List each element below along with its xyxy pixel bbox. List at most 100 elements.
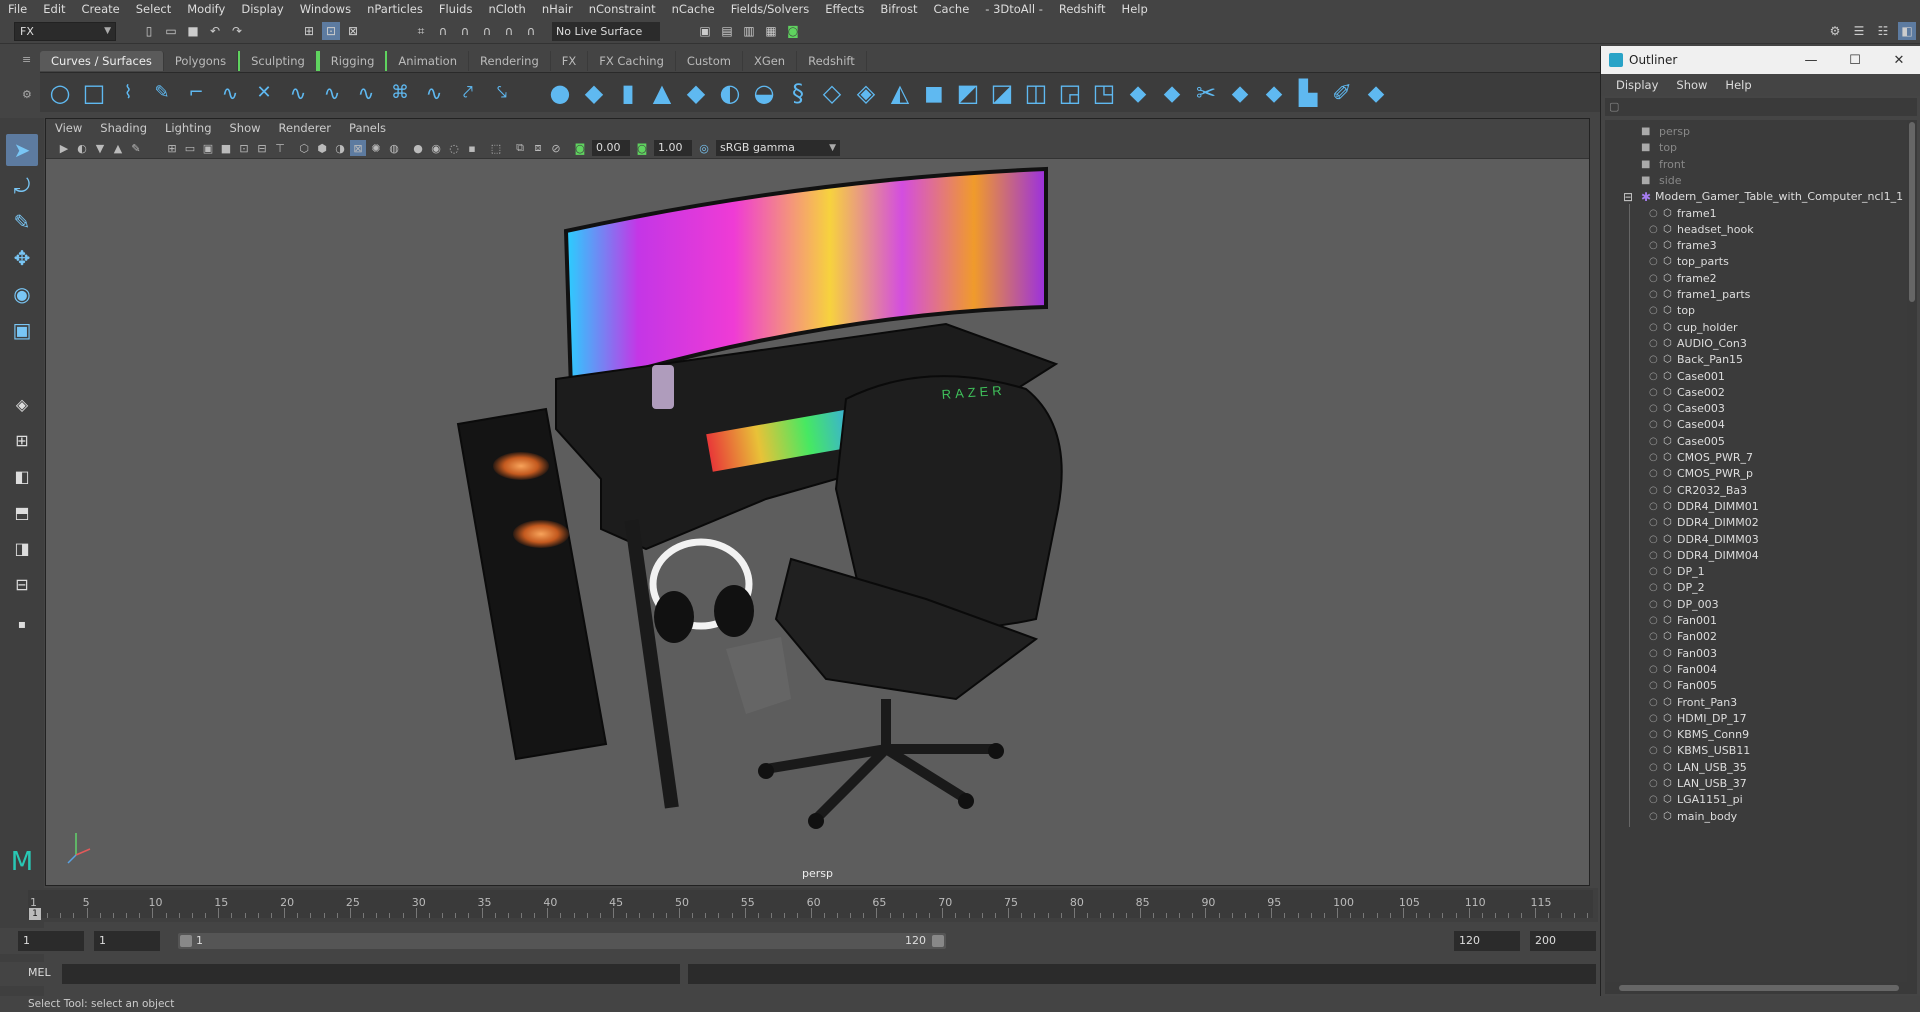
menu-set-dropdown[interactable]: FX ▼ xyxy=(14,22,116,41)
viewport-menu-show[interactable]: Show xyxy=(221,121,270,135)
attach-surfaces-icon[interactable]: ⬥ xyxy=(1158,79,1186,107)
live-surface-field[interactable]: No Live Surface xyxy=(552,22,660,41)
snap-surface-icon[interactable]: ∩ xyxy=(500,22,518,40)
select-object-icon[interactable]: ⊡ xyxy=(322,22,340,40)
range-end-handle[interactable] xyxy=(932,935,944,947)
time-ruler[interactable]: 1 5 10 15 20 25 30 35 40 45 50 55 60 65 70 75 80 85 90 95 10… xyxy=(28,890,1615,918)
menu-cache[interactable]: Cache xyxy=(926,2,978,16)
playback-start-field[interactable]: 1 xyxy=(94,931,160,951)
toggle-outliner-icon[interactable]: ◧ xyxy=(1898,22,1916,40)
redo-icon[interactable]: ↷ xyxy=(228,22,246,40)
menu-display[interactable]: Display xyxy=(233,2,291,16)
xray-icon[interactable]: ⧉ xyxy=(512,140,528,156)
grid-icon[interactable]: ⊞ xyxy=(164,140,180,156)
menu-select[interactable]: Select xyxy=(128,2,179,16)
current-frame-marker[interactable]: 1 xyxy=(29,908,41,920)
safe-title-icon[interactable]: ⊤ xyxy=(272,140,288,156)
minimize-icon[interactable]: — xyxy=(1789,46,1833,74)
rebuild-curve-icon[interactable]: ∿ xyxy=(420,79,448,107)
extrude-icon[interactable]: ◈ xyxy=(852,79,880,107)
attach-curves-icon[interactable]: ✕ xyxy=(250,79,278,107)
menu-nconstraint[interactable]: nConstraint xyxy=(581,2,664,16)
extend-surface-icon[interactable]: ⬥ xyxy=(1260,79,1288,107)
snap-live-icon[interactable]: ∩ xyxy=(522,22,540,40)
menu-effects[interactable]: Effects xyxy=(817,2,872,16)
tab-sculpting[interactable]: Sculpting xyxy=(238,51,318,71)
outliner-filter-input[interactable]: ▢ xyxy=(1605,98,1917,116)
cv-curve-icon[interactable]: ⌇ xyxy=(114,79,142,107)
screen-space-ao-icon[interactable]: ● xyxy=(410,140,426,156)
menu-3dtoall[interactable]: - 3DtoAll - xyxy=(977,2,1051,16)
detach-curves-icon[interactable]: ∿ xyxy=(284,79,312,107)
rotate-tool-icon[interactable]: ◉ xyxy=(6,278,38,310)
menu-windows[interactable]: Windows xyxy=(292,2,359,16)
tab-animation[interactable]: Animation xyxy=(387,51,470,71)
ep-curve-icon[interactable]: ✎ xyxy=(148,79,176,107)
menu-file[interactable]: File xyxy=(0,2,35,16)
save-scene-icon[interactable]: ■ xyxy=(184,22,202,40)
scale-tool-icon[interactable]: ▣ xyxy=(6,314,38,346)
grease-pencil-icon[interactable]: ✎ xyxy=(128,140,144,156)
gamma-field[interactable]: 1.00 xyxy=(654,140,692,156)
select-tool-icon[interactable]: ➤ xyxy=(6,134,38,166)
anti-aliasing-icon[interactable]: ◌ xyxy=(446,140,462,156)
close-icon[interactable]: ✕ xyxy=(1877,46,1920,74)
outliner-menu-show[interactable]: Show xyxy=(1667,78,1716,92)
persp-outliner-layout-icon[interactable]: ◧ xyxy=(6,460,38,492)
range-start-handle[interactable] xyxy=(180,935,192,947)
exposure-icon[interactable]: ◙ xyxy=(572,140,588,156)
viewport-menu-renderer[interactable]: Renderer xyxy=(270,121,341,135)
nurbs-cylinder-icon[interactable]: ▮ xyxy=(614,79,642,107)
tab-rigging[interactable]: Rigging xyxy=(317,51,388,71)
new-scene-icon[interactable]: ▯ xyxy=(140,22,158,40)
start-time-field[interactable]: 1 xyxy=(18,931,84,951)
outliner-horizontal-scrollbar[interactable] xyxy=(1605,982,1917,994)
square-surface-icon[interactable]: ◪ xyxy=(988,79,1016,107)
depth-of-field-icon[interactable]: ▪ xyxy=(464,140,480,156)
outliner-menu-display[interactable]: Display xyxy=(1607,78,1667,92)
select-camera-icon[interactable]: ▶ xyxy=(56,140,72,156)
insert-isoparm-icon[interactable]: ⬥ xyxy=(1226,79,1254,107)
exposure-field[interactable]: 0.00 xyxy=(592,140,630,156)
field-chart-icon[interactable]: ⊡ xyxy=(236,140,252,156)
menu-modify[interactable]: Modify xyxy=(179,2,233,16)
command-input[interactable] xyxy=(62,964,680,984)
untrim-icon[interactable]: ⬥ xyxy=(1124,79,1152,107)
xray-components-icon[interactable]: ⊘ xyxy=(548,140,564,156)
tab-fx-caching[interactable]: FX Caching xyxy=(588,51,676,71)
menu-nparticles[interactable]: nParticles xyxy=(359,2,431,16)
insert-knot-icon[interactable]: ∿ xyxy=(318,79,346,107)
bevel-plus-icon[interactable]: ◼ xyxy=(920,79,948,107)
nurbs-torus-icon[interactable]: ◐ xyxy=(716,79,744,107)
use-all-lights-icon[interactable]: ✺ xyxy=(368,140,384,156)
toggle-attribute-editor-icon[interactable]: ☰ xyxy=(1850,22,1868,40)
outliner-menu-help[interactable]: Help xyxy=(1716,78,1760,92)
nurbs-sphere-icon[interactable]: ● xyxy=(546,79,574,107)
menu-bifrost[interactable]: Bifrost xyxy=(872,2,925,16)
toolbox-more-icon[interactable]: ▪ xyxy=(6,608,38,640)
xray-joints-icon[interactable]: ⧈ xyxy=(530,140,546,156)
detach-surfaces-icon[interactable]: ✂ xyxy=(1192,79,1220,107)
outliner-item[interactable]: ○ ⬡ main_body xyxy=(1605,806,1905,827)
menu-create[interactable]: Create xyxy=(74,2,128,16)
render-frame-icon[interactable]: ▤ xyxy=(718,22,736,40)
single-perspective-layout-icon[interactable]: ◈ xyxy=(6,388,38,420)
open-scene-icon[interactable]: ▭ xyxy=(162,22,180,40)
menu-redshift[interactable]: Redshift xyxy=(1051,2,1114,16)
paint-select-icon[interactable]: ✎ xyxy=(6,206,38,238)
move-tool-icon[interactable]: ✥ xyxy=(6,242,38,274)
viewport-menu-shading[interactable]: Shading xyxy=(91,121,156,135)
four-view-layout-icon[interactable]: ⊞ xyxy=(6,424,38,456)
hypershade-icon[interactable]: ◙ xyxy=(784,22,802,40)
undo-icon[interactable]: ↶ xyxy=(206,22,224,40)
menu-edit[interactable]: Edit xyxy=(35,2,73,16)
menu-fields-solvers[interactable]: Fields/Solvers xyxy=(723,2,818,16)
render-settings-icon[interactable]: ▦ xyxy=(762,22,780,40)
outliner-vertical-scrollbar[interactable] xyxy=(1907,120,1917,982)
film-gate-icon[interactable]: ▭ xyxy=(182,140,198,156)
add-points-icon[interactable]: ⤤ xyxy=(454,79,482,107)
extend-curve-icon[interactable]: ∿ xyxy=(352,79,380,107)
menu-ncache[interactable]: nCache xyxy=(664,2,723,16)
viewport-menu-view[interactable]: View xyxy=(46,121,91,135)
snap-point-icon[interactable]: ∩ xyxy=(456,22,474,40)
